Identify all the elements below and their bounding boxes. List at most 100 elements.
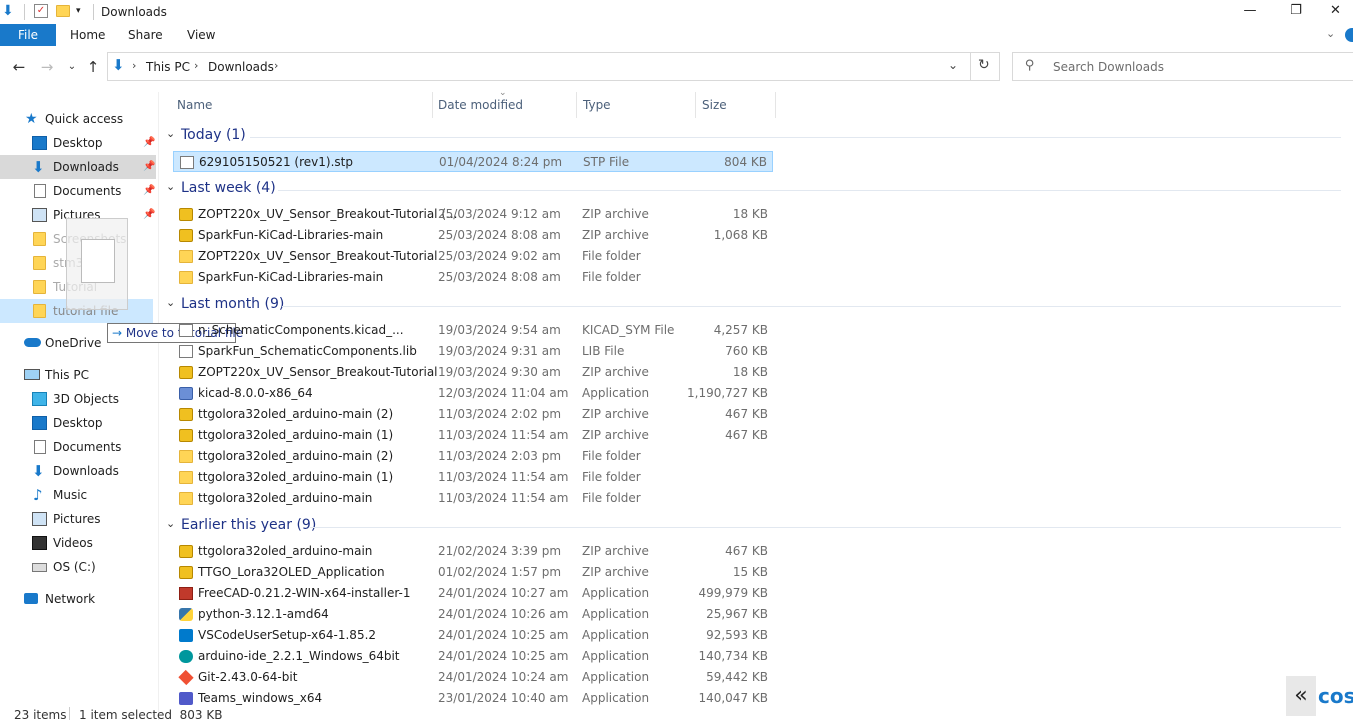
list-item[interactable]: ttgolora32oled_arduino-main (1) 11/03/20…: [173, 467, 773, 488]
nav-item-downloads[interactable]: ⬇ Downloads 📌: [0, 155, 158, 179]
folder-icon: [33, 304, 46, 318]
pin-icon[interactable]: 📌: [143, 203, 155, 227]
column-divider[interactable]: [775, 92, 776, 118]
nav-this-pc[interactable]: This PC: [0, 363, 158, 387]
file-tab[interactable]: File: [0, 24, 56, 46]
list-item[interactable]: ttgolora32oled_arduino-main (2) 11/03/20…: [173, 404, 773, 425]
back-arrow-icon[interactable]: ←: [10, 58, 28, 76]
item-date: 24/01/2024 10:25 am: [438, 628, 569, 642]
pin-icon[interactable]: 📌: [143, 131, 155, 155]
list-item[interactable]: SparkFun-KiCad-Libraries-main 25/03/2024…: [173, 267, 773, 288]
qat-dropdown-icon[interactable]: ▾: [76, 6, 81, 16]
python-icon: [179, 608, 193, 621]
folder-icon: [179, 271, 193, 284]
nav-item-pc-pictures[interactable]: Pictures: [0, 507, 158, 531]
nav-item-pc-desktop[interactable]: Desktop: [0, 411, 158, 435]
search-placeholder: Search Downloads: [1053, 60, 1164, 74]
collapse-chevrons-icon[interactable]: «: [1286, 676, 1316, 716]
list-item[interactable]: python-3.12.1-amd64 24/01/2024 10:26 am …: [173, 604, 773, 625]
list-item[interactable]: VSCodeUserSetup-x64-1.85.2 24/01/2024 10…: [173, 625, 773, 646]
nav-label: Downloads: [53, 160, 119, 174]
nav-item-documents[interactable]: Documents 📌: [0, 179, 158, 203]
tab-share[interactable]: Share: [128, 24, 163, 46]
item-size: 499,979 KB: [698, 586, 768, 600]
nav-item-desktop[interactable]: Desktop 📌: [0, 131, 158, 155]
item-type: STP File: [583, 155, 630, 169]
network-icon: [24, 593, 38, 604]
nav-network[interactable]: Network: [0, 587, 158, 611]
nav-item-3d-objects[interactable]: 3D Objects: [0, 387, 158, 411]
recent-locations-icon[interactable]: ⌄: [63, 58, 81, 76]
help-icon[interactable]: [1345, 28, 1353, 42]
nav-quick-access[interactable]: ★ Quick access: [0, 107, 158, 131]
group-divider: [278, 190, 1341, 191]
breadcrumb-separator: ›: [194, 59, 199, 72]
folder-icon: [179, 471, 193, 484]
list-item[interactable]: ttgolora32oled_arduino-main 21/02/2024 3…: [173, 541, 773, 562]
pin-icon[interactable]: 📌: [143, 179, 155, 203]
list-item[interactable]: TTGO_Lora32OLED_Application 01/02/2024 1…: [173, 562, 773, 583]
tab-view[interactable]: View: [187, 24, 215, 46]
breadcrumb-downloads[interactable]: Downloads: [208, 60, 274, 74]
column-divider[interactable]: [576, 92, 577, 118]
list-item[interactable]: n_SchematicComponents.kicad_... 19/03/20…: [173, 320, 773, 341]
column-divider[interactable]: [695, 92, 696, 118]
download-arrow-icon[interactable]: ⬇: [2, 4, 16, 18]
forward-arrow-icon[interactable]: →: [38, 58, 56, 76]
item-type: LIB File: [582, 344, 625, 358]
address-dropdown-icon[interactable]: ⌄: [948, 58, 958, 72]
list-item[interactable]: ZOPT220x_UV_Sensor_Breakout-Tutorial 25/…: [173, 246, 773, 267]
pictures-icon: [32, 512, 47, 526]
up-arrow-icon[interactable]: ↑: [84, 58, 102, 76]
column-header-size[interactable]: Size: [702, 98, 727, 112]
nav-item-pc-documents[interactable]: Documents: [0, 435, 158, 459]
properties-icon[interactable]: ✓: [34, 4, 48, 18]
folder-icon: [179, 250, 193, 263]
column-header-name[interactable]: Name: [177, 98, 212, 112]
tab-home[interactable]: Home: [70, 24, 105, 46]
nav-item-music[interactable]: ♪ Music: [0, 483, 158, 507]
list-item[interactable]: arduino-ide_2.2.1_Windows_64bit 24/01/20…: [173, 646, 773, 667]
expand-ribbon-icon[interactable]: ⌄: [1326, 27, 1335, 40]
item-type: Application: [582, 628, 650, 642]
pin-icon[interactable]: 📌: [143, 155, 155, 179]
restore-button[interactable]: ❐: [1273, 0, 1319, 24]
refresh-icon[interactable]: ↻: [978, 57, 990, 73]
item-size: 15 KB: [732, 565, 768, 579]
nav-item-videos[interactable]: Videos: [0, 531, 158, 555]
overlay-logo[interactable]: cos: [1318, 676, 1353, 716]
list-item[interactable]: ZOPT220x_UV_Sensor_Breakout-Tutorial 19/…: [173, 362, 773, 383]
list-item[interactable]: ttgolora32oled_arduino-main (2) 11/03/20…: [173, 446, 773, 467]
list-item[interactable]: Git-2.43.0-64-bit 24/01/2024 10:24 am Ap…: [173, 667, 773, 688]
list-item[interactable]: ttgolora32oled_arduino-main 11/03/2024 1…: [173, 488, 773, 509]
list-item[interactable]: kicad-8.0.0-x86_64 12/03/2024 11:04 am A…: [173, 383, 773, 404]
file-icon: [180, 156, 194, 169]
status-bar: 23 items 1 item selected 803 KB: [0, 704, 1353, 722]
nav-label: OneDrive: [45, 336, 102, 350]
list-item[interactable]: FreeCAD-0.21.2-WIN-x64-installer-1 24/01…: [173, 583, 773, 604]
minimize-button[interactable]: —: [1227, 0, 1273, 24]
item-name: ZOPT220x_UV_Sensor_Breakout-Tutorial: [198, 365, 438, 379]
music-note-icon: ♪: [33, 486, 43, 504]
new-folder-icon[interactable]: [56, 5, 70, 17]
close-button[interactable]: ✕: [1318, 0, 1353, 24]
list-item[interactable]: 629105150521 (rev1).stp 01/04/2024 8:24 …: [173, 151, 773, 172]
list-item[interactable]: SparkFun-KiCad-Libraries-main 25/03/2024…: [173, 225, 773, 246]
item-date: 24/01/2024 10:24 am: [438, 670, 569, 684]
column-header-type[interactable]: Type: [583, 98, 611, 112]
group-label: Earlier this year (9): [181, 517, 317, 533]
nav-item-pc-downloads[interactable]: ⬇ Downloads: [0, 459, 158, 483]
nav-item-os-c[interactable]: OS (C:): [0, 555, 158, 579]
item-type: File folder: [582, 470, 641, 484]
column-divider[interactable]: [432, 92, 433, 118]
list-item[interactable]: SparkFun_SchematicComponents.lib 19/03/2…: [173, 341, 773, 362]
item-type: ZIP archive: [582, 228, 649, 242]
pane-divider[interactable]: [158, 92, 159, 720]
search-input[interactable]: ⚲ Search Downloads: [1012, 52, 1353, 81]
breadcrumb-this-pc[interactable]: This PC: [146, 60, 190, 74]
list-item[interactable]: ZOPT220x_UV_Sensor_Breakout-Tutorial (..…: [173, 204, 773, 225]
folder-icon: [179, 492, 193, 505]
list-item[interactable]: ttgolora32oled_arduino-main (1) 11/03/20…: [173, 425, 773, 446]
column-header-date[interactable]: Date modified: [438, 98, 523, 112]
address-bar[interactable]: ⬇ › This PC › Downloads › ⌄ ↻: [107, 52, 1000, 81]
